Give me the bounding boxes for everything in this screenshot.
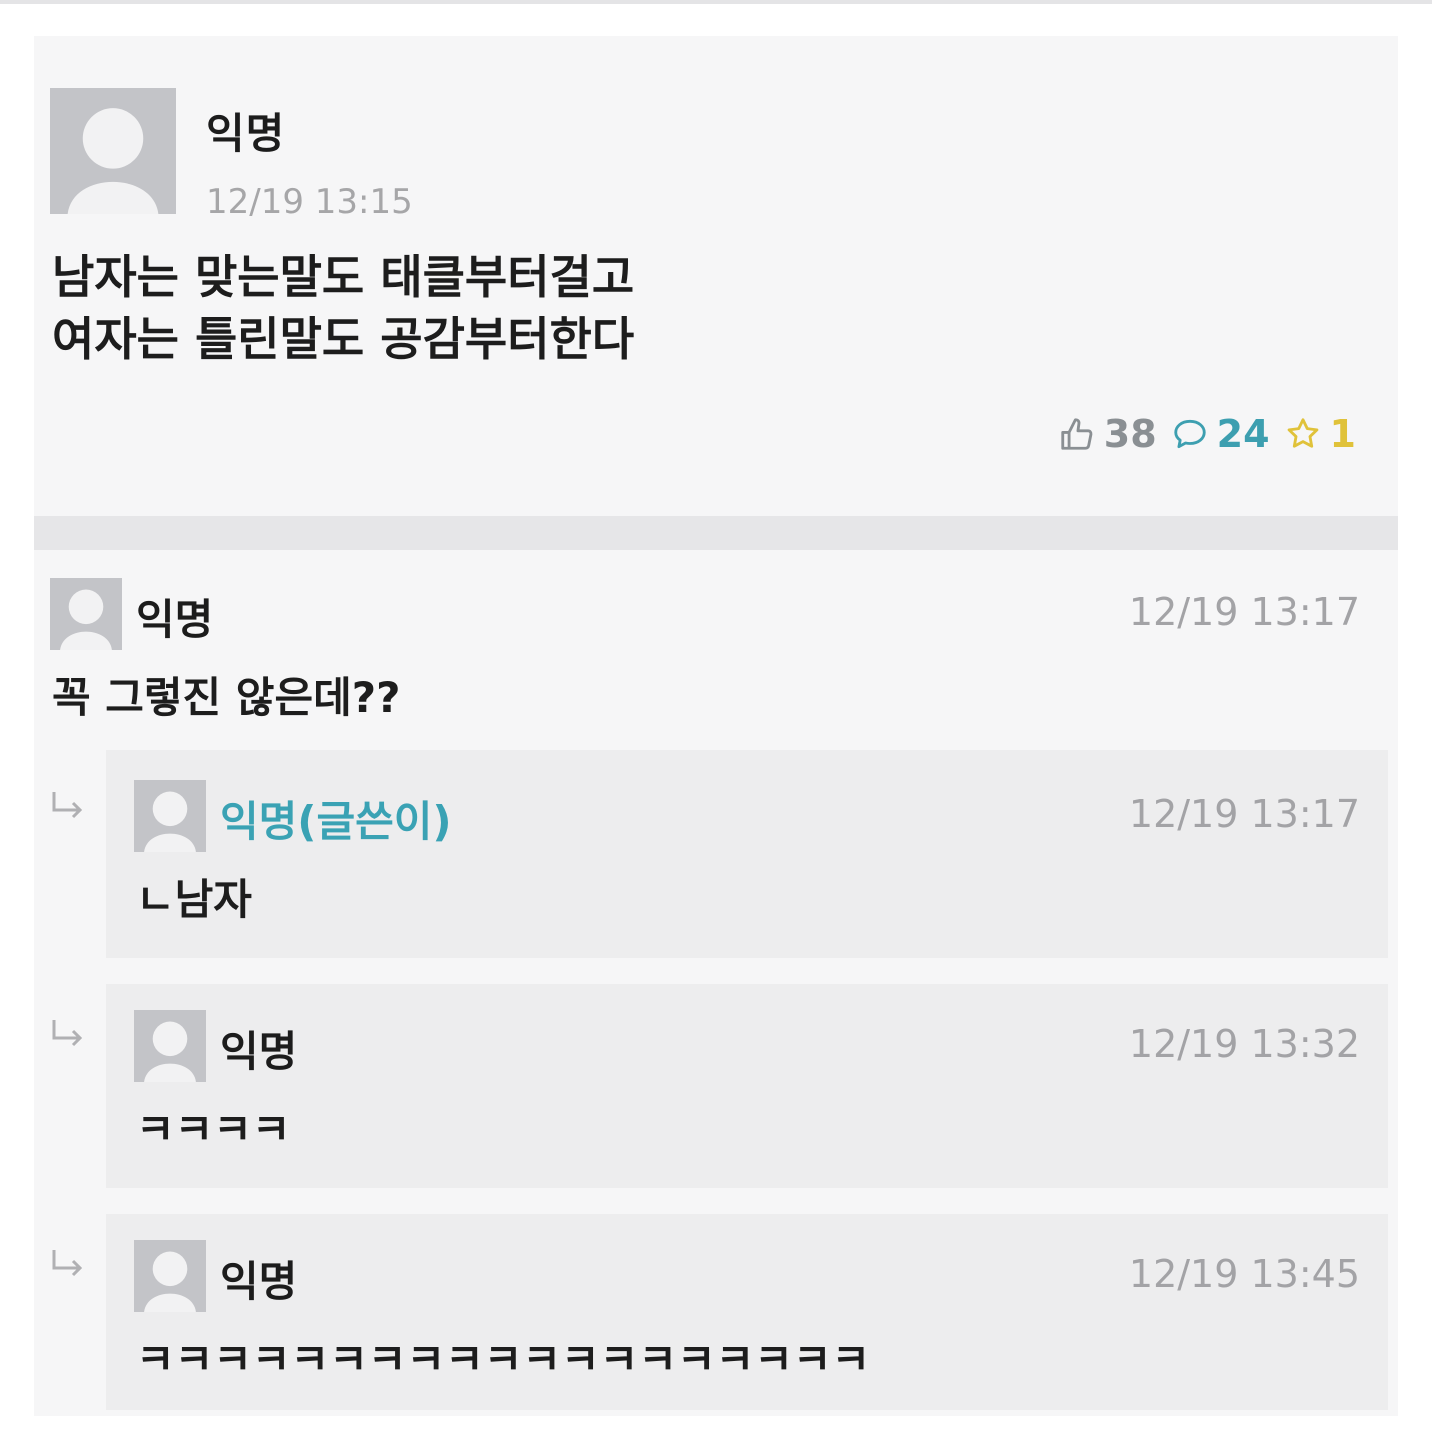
default-profile-icon: [50, 578, 122, 650]
avatar: [50, 578, 122, 650]
reply-arrow-icon: [48, 1248, 88, 1278]
post-stats: 38 24 1: [1058, 408, 1356, 460]
reply-arrow-icon: [48, 790, 88, 820]
avatar: [134, 1240, 206, 1312]
top-border: [0, 0, 1432, 4]
post-body-line: 여자는 틀린말도 공감부터한다: [52, 312, 635, 366]
scrap-button[interactable]: 1: [1284, 412, 1356, 456]
star-icon: [1287, 418, 1318, 448]
default-profile-icon: [134, 780, 206, 852]
reply-timestamp: 12/19 13:45: [1128, 1252, 1360, 1296]
comment-text: 꼭 그렇진 않은데??: [52, 673, 401, 722]
comment-count-button[interactable]: 24: [1171, 412, 1270, 456]
post-body-line: 남자는 맞는말도 태클부터걸고: [52, 250, 635, 304]
thumbs-up-icon: [1061, 418, 1093, 450]
default-profile-icon: [134, 1240, 206, 1312]
post-body: 남자는 맞는말도 태클부터걸고 여자는 틀린말도 공감부터한다: [52, 246, 634, 370]
like-count: 38: [1103, 412, 1157, 456]
post-author: 익명: [206, 109, 286, 158]
reply-item: [106, 750, 1388, 958]
speech-bubble-icon: [1173, 419, 1206, 449]
post-timestamp: 12/19 13:15: [206, 182, 413, 222]
comment-author: 익명: [136, 595, 214, 644]
reply-item: [106, 984, 1388, 1188]
avatar: [50, 88, 176, 214]
reply-timestamp: 12/19 13:32: [1128, 1022, 1360, 1066]
avatar: [134, 1010, 206, 1082]
reply-text: ㅋㅋㅋㅋㅋㅋㅋㅋㅋㅋㅋㅋㅋㅋㅋㅋㅋㅋㅋ: [136, 1335, 871, 1384]
like-button[interactable]: 38: [1058, 412, 1157, 456]
reply-author-writer: 익명(글쓴이): [220, 797, 452, 846]
reply-text: ㄴ남자: [136, 875, 252, 924]
reply-author: 익명: [220, 1027, 298, 1076]
reply-author: 익명: [220, 1257, 298, 1306]
reply-text: ㅋㅋㅋㅋ: [136, 1105, 291, 1154]
comment-timestamp: 12/19 13:17: [1128, 590, 1360, 634]
reply-timestamp: 12/19 13:17: [1128, 792, 1360, 836]
comment-count: 24: [1216, 412, 1270, 456]
section-divider: [34, 516, 1398, 550]
default-profile-icon: [50, 88, 176, 214]
post-container: [34, 36, 1398, 1416]
avatar: [134, 780, 206, 852]
default-profile-icon: [134, 1010, 206, 1082]
scrap-count: 1: [1329, 412, 1356, 456]
reply-arrow-icon: [48, 1018, 88, 1048]
